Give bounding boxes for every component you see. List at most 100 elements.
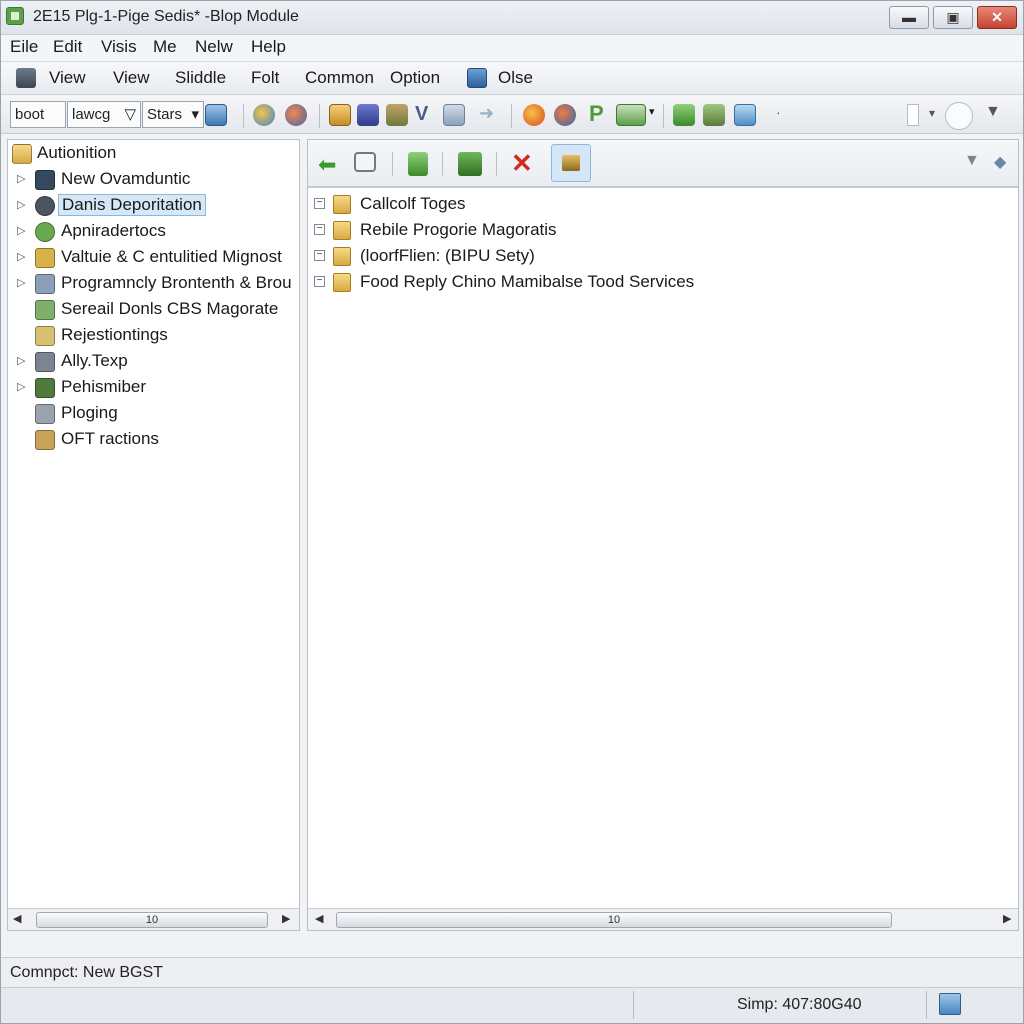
list-item-label: Food Reply Chino Mamibalse Tood Services bbox=[360, 272, 695, 291]
toolbar-common[interactable]: Common bbox=[305, 68, 374, 88]
toolbar-olse[interactable]: Olse bbox=[498, 68, 533, 88]
refresh-icon[interactable] bbox=[945, 102, 973, 130]
scroll-right-icon[interactable]: ▶ bbox=[1003, 912, 1011, 925]
tree-item[interactable]: ▷ Valtuie & C entulitied Mignost bbox=[8, 246, 299, 270]
scroll-thumb[interactable]: 10 bbox=[36, 912, 268, 928]
menu-help[interactable]: Help bbox=[251, 37, 286, 57]
expand-arrow-icon[interactable]: ▷ bbox=[17, 276, 25, 289]
lawcg-combo[interactable]: lawcg ▽ bbox=[67, 101, 141, 128]
globe-icon[interactable] bbox=[467, 68, 487, 88]
navigation-tree: Autionition ▷ New Ovamduntic ▷ Danis Dep… bbox=[7, 139, 300, 931]
monitor-icon[interactable] bbox=[443, 104, 465, 126]
toolbar-view-2[interactable]: View bbox=[113, 68, 150, 88]
tree-item[interactable]: OFT ractions bbox=[8, 428, 299, 452]
recycle-icon[interactable] bbox=[408, 152, 428, 176]
more-icon[interactable]: · bbox=[776, 104, 781, 120]
tree-item[interactable]: Ploging bbox=[8, 402, 299, 426]
collapse-box-icon[interactable]: − bbox=[314, 250, 325, 261]
toolbar-field[interactable] bbox=[907, 104, 919, 126]
collapse-box-icon[interactable]: − bbox=[314, 224, 325, 235]
arrow-right-icon[interactable]: ➜ bbox=[479, 103, 494, 124]
tree-item[interactable]: ▷ Ally.Texp bbox=[8, 350, 299, 374]
document-icon bbox=[35, 248, 55, 268]
network-icon bbox=[35, 170, 55, 190]
tree-item[interactable]: ▷ Programncly Brontenth & Brou bbox=[8, 272, 299, 296]
spreadsheet-icon[interactable] bbox=[616, 104, 646, 126]
collapse-box-icon[interactable]: − bbox=[314, 198, 325, 209]
list-item[interactable]: − (loorfFlien: (BIPU Sety) bbox=[308, 245, 1008, 269]
status-right-text: Simp: 407:80G40 bbox=[737, 996, 862, 1013]
content-pane: ⬅ ✕ ▼ ◆ − Callcolf Toges − Rebile Progor… bbox=[307, 139, 1019, 931]
list-item[interactable]: − Callcolf Toges bbox=[308, 193, 1008, 217]
browser-icon[interactable] bbox=[285, 104, 307, 126]
menu-edit[interactable]: Edit bbox=[53, 37, 82, 57]
menu-file[interactable]: Eile bbox=[10, 37, 38, 57]
copy-icon[interactable] bbox=[354, 152, 376, 172]
chevron-down-icon[interactable]: ▾ bbox=[649, 105, 655, 118]
p-tool[interactable]: P bbox=[589, 101, 604, 127]
network-status-icon[interactable] bbox=[939, 993, 961, 1015]
v-tool[interactable]: V bbox=[415, 103, 428, 126]
save-icon[interactable] bbox=[357, 104, 379, 126]
tree-item[interactable]: Rejestiontings bbox=[8, 324, 299, 348]
tree-item[interactable]: ▷ New Ovamduntic bbox=[8, 168, 299, 192]
chrome-icon[interactable] bbox=[554, 104, 576, 126]
menu-nelw[interactable]: Nelw bbox=[195, 37, 233, 57]
expand-arrow-icon[interactable]: ▷ bbox=[17, 250, 25, 263]
menu-visis[interactable]: Visis bbox=[101, 37, 137, 57]
picture-icon[interactable] bbox=[734, 104, 756, 126]
expand-arrow-icon[interactable]: ▷ bbox=[17, 172, 25, 185]
monitor-icon[interactable] bbox=[16, 68, 36, 88]
tree-item[interactable]: Sereail Donls CBS Magorate bbox=[8, 298, 299, 322]
menu-me[interactable]: Me bbox=[153, 37, 177, 57]
properties-button[interactable] bbox=[551, 144, 591, 182]
list-item-label: Callcolf Toges bbox=[360, 194, 466, 213]
maximize-button[interactable]: ▣ bbox=[933, 6, 973, 29]
scroll-left-icon[interactable]: ◀ bbox=[13, 912, 21, 925]
firefox-icon[interactable] bbox=[523, 104, 545, 126]
filter-icon[interactable]: ▼ bbox=[964, 152, 988, 176]
toolbar-option[interactable]: Option bbox=[390, 68, 440, 88]
list-item[interactable]: − Food Reply Chino Mamibalse Tood Servic… bbox=[308, 271, 1008, 295]
boot-combo[interactable]: boot bbox=[10, 101, 66, 128]
right-horizontal-scrollbar[interactable]: ◀ 10 ▶ bbox=[308, 908, 1018, 930]
toolbar-separator bbox=[663, 104, 664, 128]
stars-combo[interactable]: Stars ▾ bbox=[142, 101, 204, 128]
expand-arrow-icon[interactable]: ▷ bbox=[17, 380, 25, 393]
chart-icon[interactable] bbox=[673, 104, 695, 126]
title-bar[interactable]: 2E15 Plg-1-Pige Sedis* -Blop Module ▬ ▣ … bbox=[1, 1, 1023, 35]
package-icon[interactable] bbox=[458, 152, 482, 176]
user-icon[interactable] bbox=[205, 104, 227, 126]
tree-item[interactable]: ▷ Pehismiber bbox=[8, 376, 299, 400]
view-options-icon[interactable]: ◆ bbox=[994, 152, 1018, 176]
list-item[interactable]: − Rebile Progorie Magoratis bbox=[308, 219, 1008, 243]
tree-root[interactable]: Autionition bbox=[8, 142, 299, 166]
minimize-button[interactable]: ▬ bbox=[889, 6, 929, 29]
scroll-right-icon[interactable]: ▶ bbox=[282, 912, 290, 925]
users-icon[interactable] bbox=[703, 104, 725, 126]
back-arrow-icon[interactable]: ⬅ bbox=[318, 152, 342, 177]
chevron-down-icon[interactable]: ▾ bbox=[929, 106, 935, 120]
scroll-left-icon[interactable]: ◀ bbox=[315, 912, 323, 925]
delete-icon[interactable]: ✕ bbox=[511, 148, 535, 178]
toolbar-separator bbox=[319, 104, 320, 128]
left-horizontal-scrollbar[interactable]: ◀ 10 ▶ bbox=[8, 908, 299, 930]
tree-item[interactable]: ▷ Apniradertocs bbox=[8, 220, 299, 244]
collapse-box-icon[interactable]: − bbox=[314, 276, 325, 287]
folder-icon[interactable] bbox=[329, 104, 351, 126]
expand-arrow-icon[interactable]: ▷ bbox=[17, 198, 25, 211]
expand-arrow-icon[interactable]: ▷ bbox=[17, 354, 25, 367]
toolbar-folt[interactable]: Folt bbox=[251, 68, 279, 88]
expand-arrow-icon[interactable]: ▷ bbox=[17, 224, 25, 237]
chevron-down-icon[interactable]: ▼ bbox=[985, 103, 1001, 121]
scroll-thumb[interactable]: 10 bbox=[336, 912, 892, 928]
tree-item[interactable]: ▷ Danis Deporitation bbox=[8, 194, 299, 218]
toolbar-sliddle[interactable]: Sliddle bbox=[175, 68, 226, 88]
image-icon[interactable] bbox=[386, 104, 408, 126]
close-button[interactable]: ✕ bbox=[977, 6, 1017, 29]
refresh-icon[interactable] bbox=[253, 104, 275, 126]
grid-icon bbox=[35, 352, 55, 372]
toolbar-view-1[interactable]: View bbox=[49, 68, 86, 88]
disk-icon bbox=[35, 196, 55, 216]
window-title: 2E15 Plg-1-Pige Sedis* -Blop Module bbox=[33, 8, 299, 25]
